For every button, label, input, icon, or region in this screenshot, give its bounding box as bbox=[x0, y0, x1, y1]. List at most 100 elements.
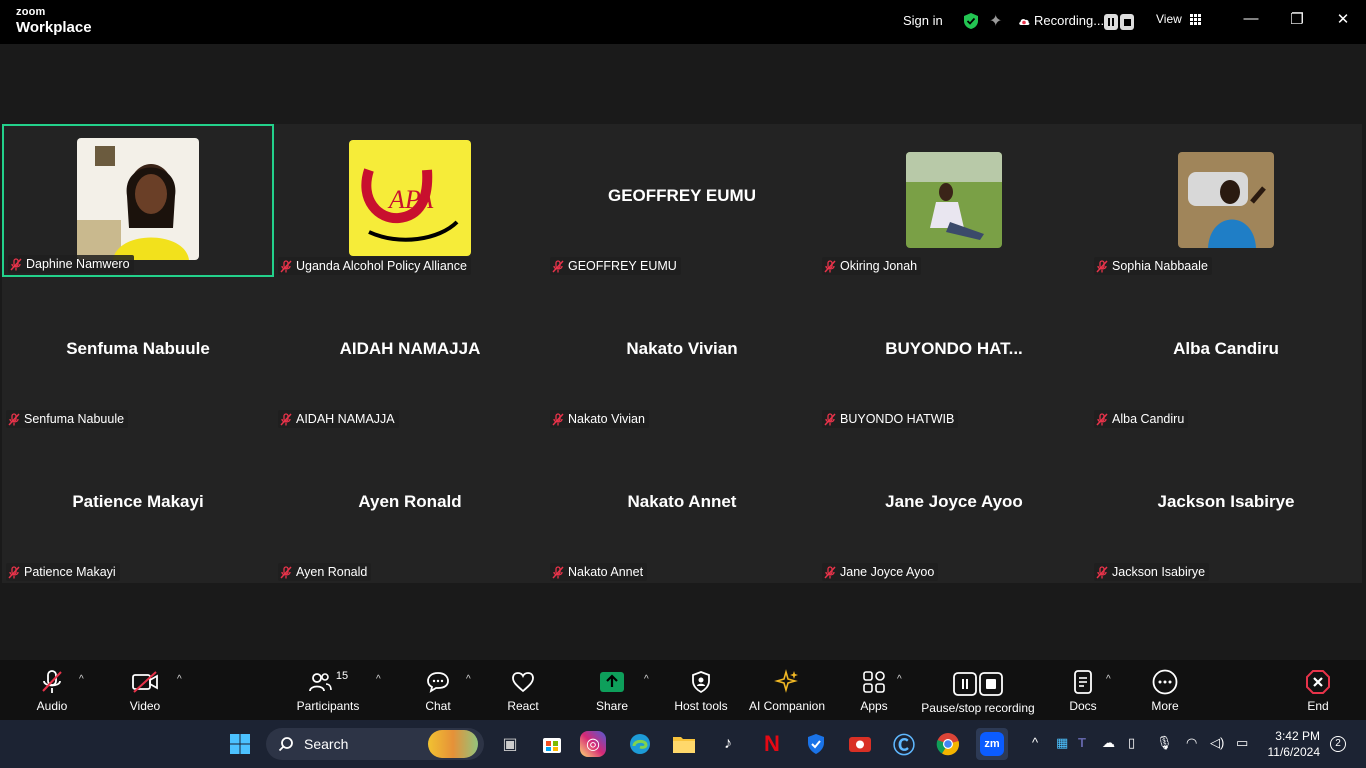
microsoft-store-icon[interactable] bbox=[536, 728, 568, 760]
restore-icon[interactable]: ❐ bbox=[1287, 10, 1307, 28]
participant-tile[interactable]: Nakato Annet Nakato Annet bbox=[546, 430, 818, 583]
onedrive-cloud-icon[interactable]: ☁ bbox=[1102, 735, 1115, 751]
host-tools-button[interactable]: Host tools bbox=[672, 660, 730, 720]
task-view-icon[interactable]: ▣ bbox=[494, 728, 526, 760]
chrome-icon[interactable] bbox=[932, 728, 964, 760]
participant-name-tag: Daphine Namwero bbox=[8, 255, 134, 273]
audio-options-chevron-icon[interactable]: ^ bbox=[79, 674, 84, 685]
system-clock[interactable]: 3:42 PM 11/6/2024 bbox=[1262, 728, 1321, 760]
close-icon[interactable]: ✕ bbox=[1333, 10, 1353, 28]
ai-sparkle-icon[interactable]: ✦ bbox=[989, 11, 1002, 31]
participant-tile[interactable]: BUYONDO HAT... BUYONDO HATWIB bbox=[818, 277, 1090, 430]
participant-tile[interactable]: Ayen Ronald Ayen Ronald bbox=[274, 430, 546, 583]
participant-name: Jane Joyce Ayoo bbox=[840, 565, 935, 579]
participants-options-chevron-icon[interactable]: ^ bbox=[376, 674, 381, 685]
participant-display-name: AIDAH NAMAJJA bbox=[339, 339, 481, 358]
participant-name-tag: Jackson Isabirye bbox=[1094, 563, 1210, 581]
notification-badge[interactable]: 2 bbox=[1330, 736, 1346, 752]
mic-muted-icon bbox=[824, 412, 836, 426]
participant-tile[interactable]: Jackson Isabirye Jackson Isabirye bbox=[1090, 430, 1362, 583]
participant-tile[interactable]: Jane Joyce Ayoo Jane Joyce Ayoo bbox=[818, 430, 1090, 583]
battery-icon[interactable]: ▭ bbox=[1236, 735, 1248, 751]
search-highlight-image bbox=[428, 730, 478, 758]
participants-count: 15 bbox=[335, 670, 349, 682]
video-off-icon bbox=[131, 667, 159, 697]
participant-tile[interactable]: Patience Makayi Patience Makayi bbox=[2, 430, 274, 583]
participant-name: Alba Candiru bbox=[1112, 412, 1185, 426]
mic-muted-icon bbox=[824, 259, 836, 273]
video-button[interactable]: Video bbox=[124, 660, 166, 720]
zoom-app-icon[interactable]: zm bbox=[976, 728, 1008, 760]
mic-muted-icon bbox=[1096, 412, 1108, 426]
tiktok-icon[interactable]: ♪ bbox=[712, 728, 744, 760]
end-button[interactable]: End bbox=[1302, 660, 1334, 720]
encryption-shield-icon[interactable] bbox=[962, 12, 980, 30]
docs-options-chevron-icon[interactable]: ^ bbox=[1106, 674, 1111, 685]
teams-icon[interactable]: T bbox=[1078, 735, 1086, 750]
pause-recording-button[interactable] bbox=[1104, 14, 1118, 30]
participant-tile[interactable]: Okiring Jonah bbox=[818, 124, 1090, 277]
stop-recording-button[interactable] bbox=[1120, 14, 1134, 30]
edge-browser-icon[interactable] bbox=[624, 728, 656, 760]
participants-button[interactable]: 15 Participants bbox=[294, 660, 362, 720]
file-explorer-icon[interactable] bbox=[668, 728, 700, 760]
participant-tile[interactable]: Senfuma Nabuule Senfuma Nabuule bbox=[2, 277, 274, 430]
search-label: Search bbox=[304, 736, 349, 752]
participant-name-tag: Jane Joyce Ayoo bbox=[822, 563, 939, 581]
recording-indicator[interactable]: Recording... bbox=[1018, 13, 1104, 28]
more-button[interactable]: More bbox=[1146, 660, 1184, 720]
chat-options-chevron-icon[interactable]: ^ bbox=[466, 674, 471, 685]
react-button[interactable]: React bbox=[504, 660, 542, 720]
instagram-icon[interactable]: ◎ bbox=[580, 731, 606, 757]
view-button[interactable]: View bbox=[1156, 12, 1201, 26]
participant-tile[interactable]: Nakato Vivian Nakato Vivian bbox=[546, 277, 818, 430]
video-options-chevron-icon[interactable]: ^ bbox=[177, 674, 182, 685]
sign-in-link[interactable]: Sign in bbox=[903, 13, 943, 28]
participant-name: BUYONDO HATWIB bbox=[840, 412, 955, 426]
microphone-icon[interactable]: 🎙 bbox=[1156, 735, 1173, 751]
circle-app-icon[interactable]: Ⓒ bbox=[888, 728, 920, 760]
participant-name: Nakato Vivian bbox=[568, 412, 645, 426]
screen-recorder-icon[interactable] bbox=[844, 728, 876, 760]
docs-label: Docs bbox=[1069, 699, 1097, 713]
apps-button[interactable]: Apps bbox=[856, 660, 892, 720]
pause-stop-recording-button[interactable]: Pause/stop recording bbox=[918, 660, 1038, 720]
share-button[interactable]: Share bbox=[592, 660, 632, 720]
netflix-icon[interactable]: N bbox=[756, 728, 788, 760]
usb-device-icon[interactable]: ▯ bbox=[1128, 735, 1135, 751]
participant-tile[interactable]: AIDAH NAMAJJA AIDAH NAMAJJA bbox=[274, 277, 546, 430]
participant-name-tag: Okiring Jonah bbox=[822, 257, 922, 275]
participant-tile[interactable]: GEOFFREY EUMU GEOFFREY EUMU bbox=[546, 124, 818, 277]
audio-button[interactable]: Audio bbox=[30, 660, 74, 720]
volume-icon[interactable]: ◁) bbox=[1210, 735, 1224, 751]
participant-display-name: Senfuma Nabuule bbox=[66, 339, 210, 358]
pause-stop-label: Pause/stop recording bbox=[921, 701, 1035, 715]
ai-companion-button[interactable]: AI Companion bbox=[746, 660, 828, 720]
participant-video-image bbox=[77, 138, 199, 260]
chat-button[interactable]: Chat bbox=[420, 660, 456, 720]
show-hidden-icons-chevron-icon[interactable]: ^ bbox=[1032, 735, 1038, 750]
pause-stop-icon bbox=[953, 669, 1003, 699]
apps-options-chevron-icon[interactable]: ^ bbox=[897, 674, 902, 685]
host-shield-icon bbox=[691, 667, 711, 697]
share-screen-icon bbox=[599, 667, 625, 697]
ai-companion-sparkle-icon bbox=[774, 667, 800, 697]
participant-name: Sophia Nabbaale bbox=[1112, 259, 1208, 273]
security-app-icon[interactable] bbox=[800, 728, 832, 760]
docs-button[interactable]: Docs bbox=[1066, 660, 1100, 720]
taskbar-search-box[interactable]: Search bbox=[266, 728, 484, 760]
participant-tile[interactable]: Daphine Namwero bbox=[2, 124, 274, 277]
participant-tile[interactable]: Alba Candiru Alba Candiru bbox=[1090, 277, 1362, 430]
mic-muted-icon bbox=[10, 257, 22, 271]
cloud-record-icon bbox=[1019, 18, 1030, 25]
tray-app-icon[interactable]: ▦ bbox=[1056, 735, 1068, 751]
wifi-icon[interactable]: ◠ bbox=[1186, 735, 1197, 751]
participant-tile[interactable]: APA Uganda Alcohol Policy Alliance bbox=[274, 124, 546, 277]
mic-muted-icon bbox=[280, 412, 292, 426]
windows-start-icon[interactable] bbox=[224, 728, 256, 760]
participant-tile[interactable]: Sophia Nabbaale bbox=[1090, 124, 1362, 277]
minimize-icon[interactable]: — bbox=[1241, 10, 1261, 27]
participant-name-tag: Senfuma Nabuule bbox=[6, 410, 129, 428]
share-options-chevron-icon[interactable]: ^ bbox=[644, 674, 649, 685]
chat-icon bbox=[426, 667, 450, 697]
